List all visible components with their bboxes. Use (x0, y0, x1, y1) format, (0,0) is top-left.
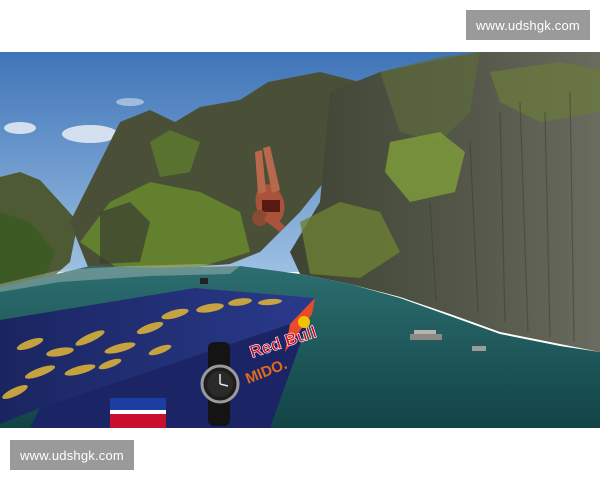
brand-sun-icon (298, 316, 310, 328)
cliff-diving-photo: Red Bull MIDO. (0, 52, 600, 428)
watermark-top: www.udshgk.com (466, 10, 590, 40)
watermark-bottom: www.udshgk.com (10, 440, 134, 470)
flag-icon (110, 398, 166, 428)
boat-2 (472, 346, 486, 351)
